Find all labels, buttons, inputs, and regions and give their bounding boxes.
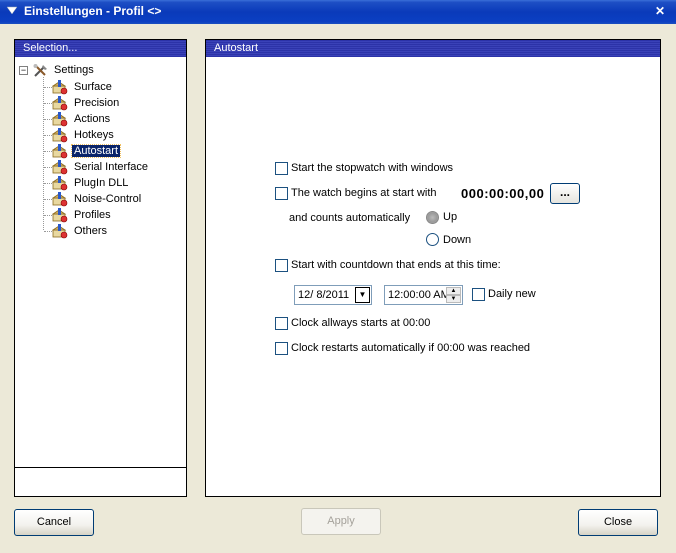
spin-down-icon[interactable]: ▼: [446, 295, 461, 303]
time-spinner[interactable]: ▲ ▼: [446, 287, 461, 303]
settings-gear-icon: [52, 192, 68, 207]
down-label: Down: [443, 234, 472, 246]
tree-item-label: Surface: [74, 81, 112, 93]
tree-item[interactable]: Profiles: [52, 207, 113, 223]
tree-item[interactable]: Precision: [52, 95, 121, 111]
settings-gear-icon: [52, 176, 68, 191]
clock-restarts-checkbox[interactable]: [275, 342, 288, 355]
browse-time-button[interactable]: ...: [550, 183, 580, 204]
tree-item[interactable]: Others: [52, 223, 109, 239]
tree-item-label: Precision: [74, 97, 120, 109]
up-radio[interactable]: [426, 211, 439, 224]
tree-item-label: Hotkeys: [74, 129, 114, 141]
apply-button[interactable]: Apply: [301, 508, 381, 535]
selection-header: Selection...: [15, 40, 186, 57]
tree-guide-branch: [44, 231, 52, 232]
tree-item[interactable]: Hotkeys: [52, 127, 116, 143]
tree-guide-branch: [44, 167, 52, 168]
tree-item-label: Autostart: [70, 144, 122, 158]
tree-guide-branch: [44, 151, 52, 152]
tree-item[interactable]: PlugIn DLL: [52, 175, 130, 191]
countdown-checkbox[interactable]: [275, 259, 288, 272]
tree-guide-branch: [44, 183, 52, 184]
watch-begins-checkbox[interactable]: [275, 187, 288, 200]
date-picker[interactable]: 12/ 8/2011 ▼: [294, 285, 372, 305]
settings-gear-icon: [52, 96, 68, 111]
tree-guide-branch: [44, 119, 52, 120]
tree-item-label: Actions: [74, 113, 111, 125]
tree-item[interactable]: Noise-Control: [52, 191, 143, 207]
app-icon: [6, 6, 18, 15]
tree-item[interactable]: Serial Interface: [52, 159, 150, 175]
tree-guide-branch: [44, 215, 52, 216]
down-radio[interactable]: [426, 233, 439, 246]
settings-gear-icon: [52, 160, 68, 175]
settings-tree: − Settings Surface Precision Actions Hotkey…: [19, 61, 184, 461]
time-value: 12:00:00 AM: [388, 289, 446, 301]
start-time-display: 000:00:00,00: [461, 186, 545, 201]
settings-gear-icon: [52, 224, 68, 239]
cancel-button[interactable]: Cancel: [14, 509, 94, 536]
tree-item-label: Serial Interface: [74, 161, 148, 173]
tree-item-label: PlugIn DLL: [74, 177, 129, 189]
settings-gear-icon: [52, 208, 68, 223]
start-with-windows-checkbox[interactable]: [275, 162, 288, 175]
tree-item-label: Profiles: [74, 209, 111, 221]
tree-guide-branch: [44, 199, 52, 200]
window-title: Einstellungen - Profil <>: [24, 4, 162, 18]
tree-guide-branch: [44, 103, 52, 104]
settings-gear-icon: [52, 128, 68, 143]
time-picker[interactable]: 12:00:00 AM ▲ ▼: [384, 285, 463, 305]
tools-icon: [33, 64, 47, 77]
collapse-toggle[interactable]: −: [19, 66, 28, 75]
counts-auto-label: and counts automatically: [289, 212, 411, 224]
settings-gear-icon: [52, 112, 68, 127]
clock-starts-checkbox[interactable]: [275, 317, 288, 330]
selection-footer: [15, 467, 186, 496]
tree-root-label: Settings: [54, 64, 94, 76]
start-with-windows-label: Start the stopwatch with windows: [291, 162, 454, 174]
settings-gear-icon: [52, 80, 68, 95]
chevron-down-icon[interactable]: ▼: [355, 287, 370, 303]
tree-guide-branch: [44, 135, 52, 136]
clock-restarts-label: Clock restarts automatically if 00:00 wa…: [291, 342, 531, 354]
tree-item[interactable]: Surface: [52, 79, 114, 95]
close-button[interactable]: Close: [578, 509, 658, 536]
autostart-panel: Autostart Start the stopwatch with windo…: [205, 39, 661, 497]
daily-new-label: Daily new: [488, 288, 536, 300]
tree-item[interactable]: Actions: [52, 111, 112, 127]
selection-panel: Selection... − Settings Surface Precision…: [14, 39, 187, 497]
clock-starts-label: Clock allways starts at 00:00: [291, 317, 431, 329]
watch-begins-label: The watch begins at start with: [291, 187, 437, 199]
close-window-button[interactable]: ✕: [652, 3, 668, 19]
title-bar: Einstellungen - Profil <> ✕: [0, 0, 676, 24]
autostart-header: Autostart: [206, 40, 660, 57]
tree-guide-line: [43, 77, 44, 230]
up-label: Up: [443, 211, 458, 223]
tree-item[interactable]: Autostart: [52, 143, 122, 159]
tree-guide-branch: [44, 87, 52, 88]
tree-item-label: Others: [74, 225, 108, 237]
date-value: 12/ 8/2011: [298, 289, 350, 301]
tree-item-label: Noise-Control: [74, 193, 142, 205]
settings-gear-icon: [52, 144, 68, 159]
spin-up-icon[interactable]: ▲: [446, 287, 461, 295]
daily-new-checkbox[interactable]: [472, 288, 485, 301]
countdown-label: Start with countdown that ends at this t…: [291, 259, 501, 271]
